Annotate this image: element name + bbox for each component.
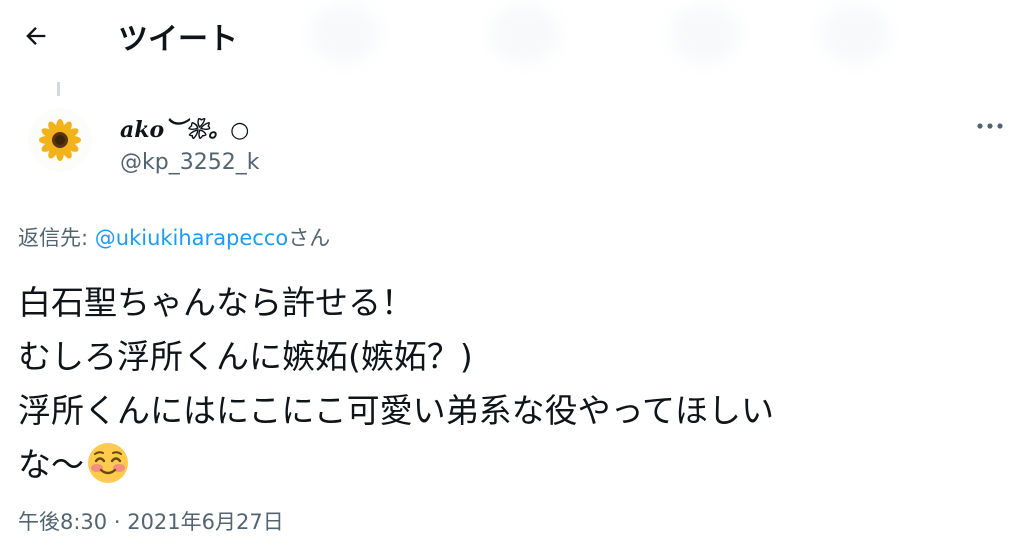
reply-prefix: 返信先: (18, 226, 95, 250)
display-name[interactable]: ako︶❀。○ (120, 112, 249, 144)
tweet-line: 白石聖ちゃんなら許せる！ (18, 283, 414, 322)
avatar[interactable] (28, 108, 92, 172)
tweet-last-line: な〜 (18, 438, 1008, 492)
tweet-text: 白石聖ちゃんなら許せる！ むしろ浮所くんに嫉妬(嫉妬？) 浮所くんにはにこにこ可… (18, 276, 1008, 492)
blurred-decoration (820, 4, 890, 64)
arrow-left-icon (26, 27, 46, 45)
blurred-decoration (670, 4, 740, 64)
blurred-decoration (310, 4, 380, 64)
back-button[interactable] (12, 12, 60, 60)
timestamp-separator: · (107, 510, 128, 534)
reply-context: 返信先: @ukiukiharapeccoさん (18, 222, 330, 252)
blurred-decoration (490, 4, 560, 64)
tweet-date-link[interactable]: 2021年6月27日 (127, 510, 284, 534)
sunflower-icon (39, 119, 81, 161)
more-options-button[interactable] (970, 110, 1010, 142)
tweet-line: 浮所くんにはにこにこ可愛い弟系な役やってほしい (18, 391, 775, 430)
tweet-line: な〜 (18, 445, 84, 484)
tweet-line: むしろ浮所くんに嫉妬(嫉妬？) (18, 337, 473, 376)
top-bar: ツイート (0, 0, 1024, 72)
page-title: ツイート (118, 22, 238, 57)
reply-mention-link[interactable]: @ukiukiharapecco (95, 226, 288, 250)
smiling-face-icon (88, 442, 128, 483)
reply-suffix: さん (288, 226, 331, 250)
tweet-timestamp: 午後8:30 · 2021年6月27日 (18, 506, 284, 536)
thread-connector (57, 82, 60, 96)
tweet-time-link[interactable]: 午後8:30 (18, 510, 107, 534)
user-handle[interactable]: @kp_3252_k (120, 150, 259, 175)
ellipsis-icon (977, 123, 1003, 129)
